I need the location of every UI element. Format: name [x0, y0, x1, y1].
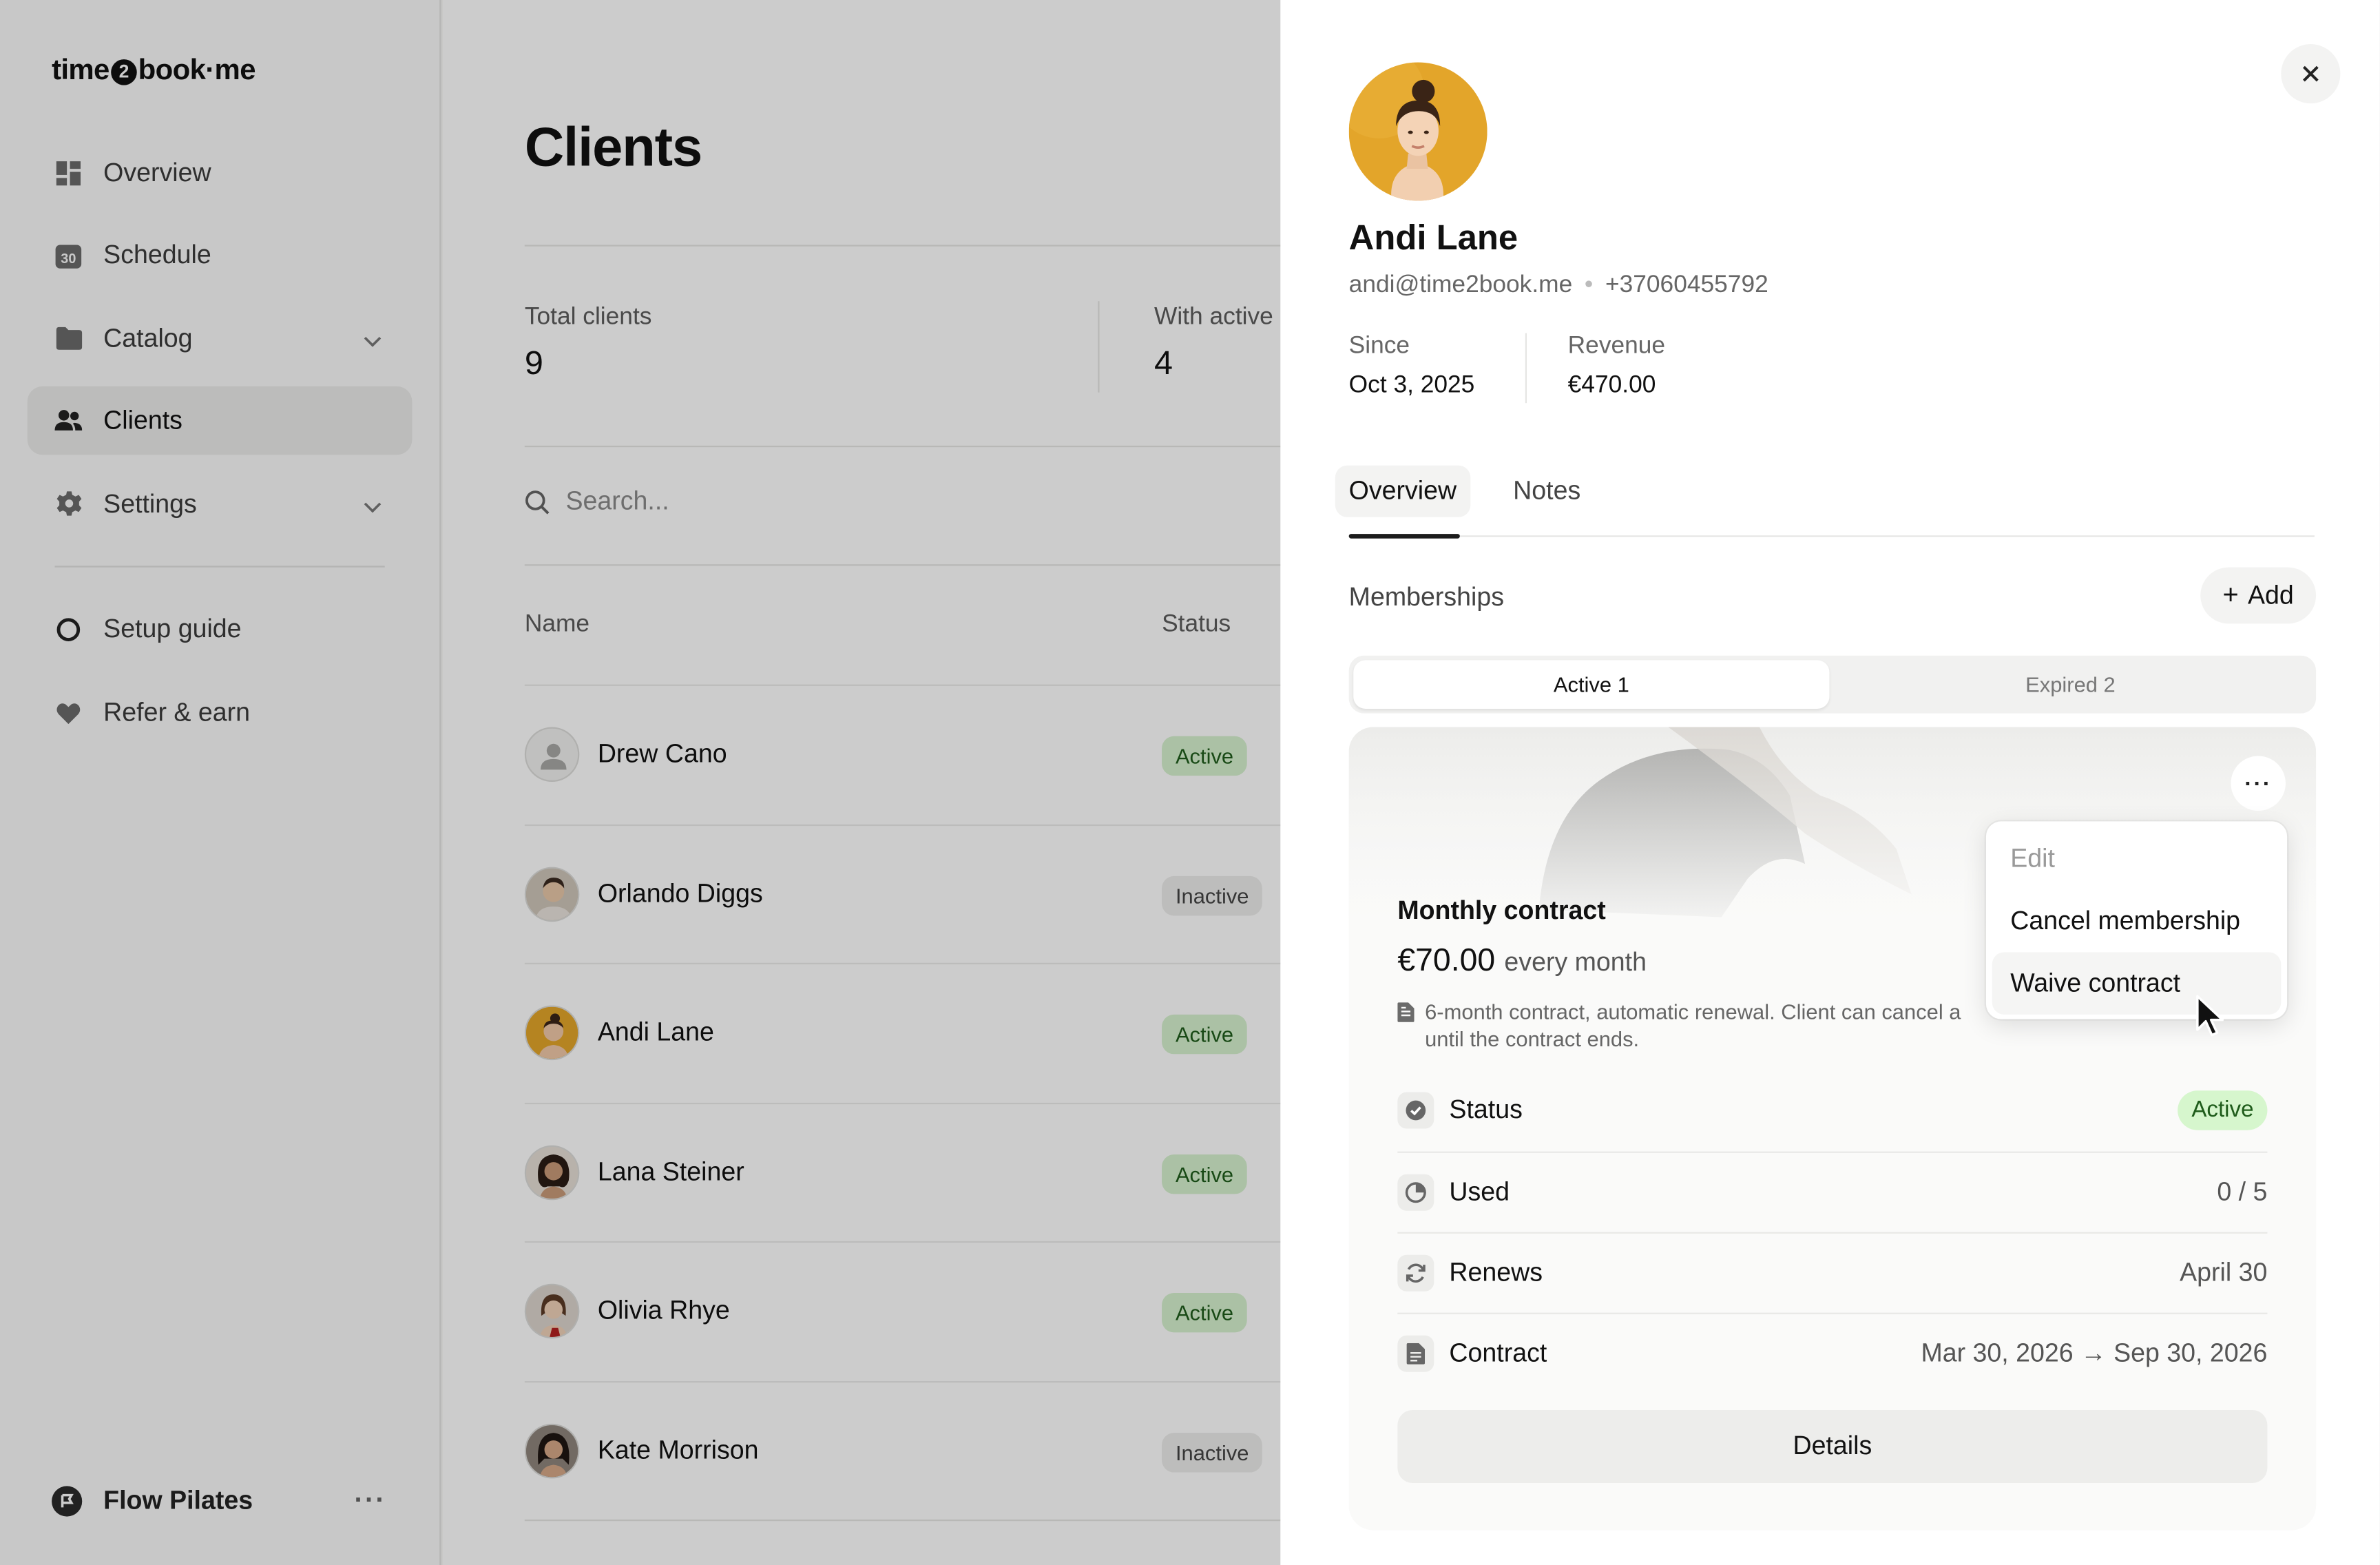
detail-value: 0 / 5 [2217, 1177, 2268, 1207]
segment-active[interactable]: Active 1 [1353, 660, 1830, 709]
details-button[interactable]: Details [1397, 1410, 2268, 1483]
status-badge: Active [2178, 1090, 2268, 1130]
detail-value: Mar 30, 2026 → Sep 30, 2026 [1921, 1338, 2268, 1368]
revenue-label: Revenue [1567, 333, 1666, 360]
mouse-cursor-icon [2194, 993, 2224, 1046]
close-icon [2303, 65, 2319, 82]
detail-label: Used [1449, 1177, 1510, 1207]
price-period: every month [1504, 947, 1647, 977]
since-value: Oct 3, 2025 [1348, 373, 1475, 399]
revenue-value: €470.00 [1567, 373, 1656, 399]
check-circle-icon [1397, 1091, 1434, 1128]
tab-indicator [1348, 534, 1460, 539]
client-name: Andi Lane [1348, 217, 1518, 258]
pie-chart-icon [1397, 1174, 1434, 1211]
client-phone[interactable]: +37060455792 [1605, 272, 1768, 300]
menu-item-waive-contract[interactable]: Waive contract [1992, 952, 2282, 1015]
detail-label: Renews [1449, 1258, 1543, 1287]
client-drawer: Andi Lane andi@time2book.me • +370604557… [1280, 0, 2380, 1565]
meta-divider [1525, 333, 1527, 404]
detail-row-renews: Renews April 30 [1397, 1232, 2268, 1313]
document-icon [1397, 1335, 1434, 1372]
menu-item-edit[interactable]: Edit [1992, 827, 2282, 890]
detail-row-status: Status Active [1397, 1069, 2268, 1150]
client-avatar [1348, 62, 1488, 201]
client-revenue: Revenue €470.00 [1568, 333, 1665, 400]
menu-item-cancel-membership[interactable]: Cancel membership [1992, 890, 2282, 953]
plus-icon: + [2222, 579, 2239, 610]
refresh-icon [1397, 1254, 1434, 1292]
tabs-divider [1348, 535, 2315, 537]
detail-label: Contract [1449, 1338, 1547, 1368]
document-icon [1397, 1001, 1415, 1028]
client-email[interactable]: andi@time2book.me [1349, 272, 1573, 300]
description-line: until the contract ends. [1425, 1026, 1640, 1051]
app-window: time 2 book·me Overview 30 Schedule Cata… [0, 0, 2380, 1565]
segment-expired[interactable]: Expired 2 [1833, 660, 2308, 709]
detail-value: April 30 [2180, 1258, 2268, 1287]
tab-notes[interactable]: Notes [1499, 466, 1594, 517]
plan-description: 6-month contract, automatic renewal. Cli… [1397, 998, 2036, 1053]
plan-price: €70.00 every month [1397, 943, 1647, 980]
price-amount: €70.00 [1397, 943, 1496, 978]
membership-actions-menu: Edit Cancel membership Waive contract [1985, 821, 2288, 1019]
description-line: 6-month contract, automatic renewal. Cli… [1425, 999, 1961, 1024]
close-button[interactable] [2281, 44, 2341, 104]
tab-overview[interactable]: Overview [1335, 465, 1471, 517]
plan-name: Monthly contract [1397, 895, 1606, 925]
membership-menu-button[interactable]: ··· [2231, 756, 2286, 811]
detail-row-contract: Contract Mar 30, 2026 → Sep 30, 2026 [1397, 1312, 2268, 1393]
add-membership-button[interactable]: + Add [2200, 567, 2317, 624]
detail-label: Status [1449, 1094, 1523, 1123]
detail-row-used: Used 0 / 5 [1397, 1151, 2268, 1232]
add-label: Add [2247, 580, 2294, 610]
membership-filter: Active 1 Expired 2 [1348, 655, 2317, 714]
client-since: Since Oct 3, 2025 [1349, 333, 1475, 400]
since-label: Since [1348, 333, 1410, 360]
separator-dot: • [1584, 272, 1594, 298]
client-contact: andi@time2book.me • +37060455792 [1349, 272, 1768, 300]
memberships-title: Memberships [1348, 582, 1505, 612]
